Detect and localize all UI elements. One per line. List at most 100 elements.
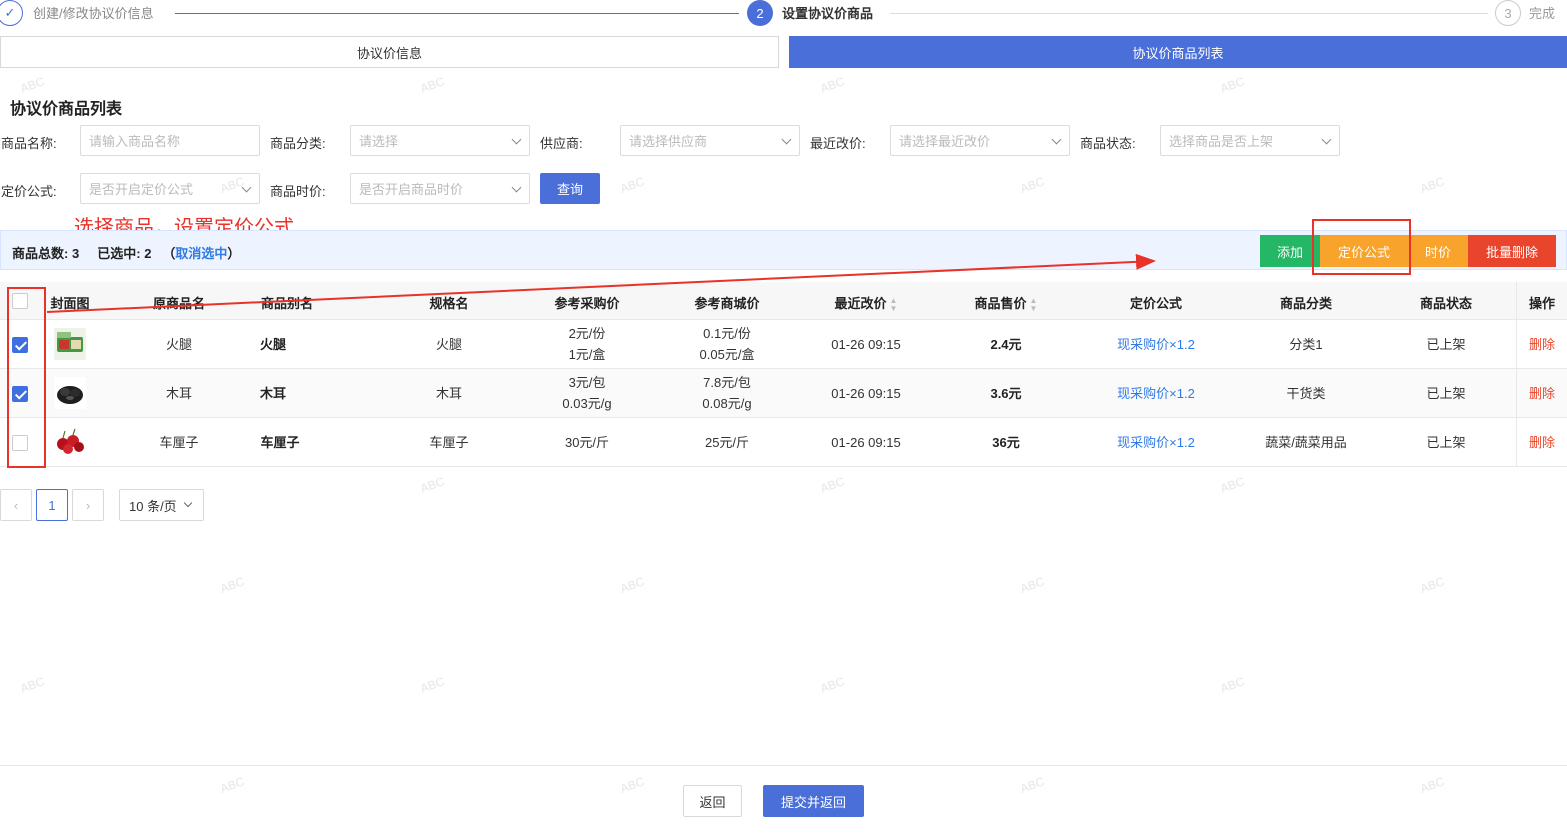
ref-mall-line: 7.8元/包	[703, 375, 751, 390]
watermark: ABC	[1218, 674, 1247, 696]
col-recent-header[interactable]: 最近改价 ▲ ▼	[835, 293, 898, 313]
status-cell: 已上架	[1426, 337, 1466, 352]
total-count: 3	[71, 246, 80, 261]
filter-status-label: 商品状态:	[1080, 136, 1136, 151]
paren-open: （	[162, 246, 176, 261]
chevron-down-icon	[1051, 134, 1062, 145]
watermark: ABC	[1218, 74, 1247, 96]
pricing-formula-button[interactable]: 定价公式	[1320, 235, 1408, 267]
ref-mall-line: 0.05元/盒	[699, 347, 755, 362]
page-1-button[interactable]: 1	[36, 489, 68, 521]
ref-mall-cell: 7.8元/包 0.08元/g	[702, 372, 751, 414]
chevron-down-icon	[781, 134, 792, 145]
step-divider	[175, 13, 739, 14]
steps-bar: ✓ 创建/修改协议价信息 2 设置协议价商品 3 完成	[0, 0, 1567, 28]
category-select[interactable]: 请选择	[350, 125, 530, 156]
cancel-selection-link[interactable]: 取消选中	[175, 246, 227, 261]
timeprice-select[interactable]: 是否开启商品时价	[350, 173, 530, 204]
delete-link[interactable]: 删除	[1529, 334, 1555, 355]
col-ref-purchase: 参考采购价	[554, 296, 620, 311]
formula-link[interactable]: 现采购价×1.2	[1117, 432, 1195, 453]
orig-name-cell: 车厘子	[159, 435, 199, 450]
status-cell: 已上架	[1426, 386, 1466, 401]
orig-name-cell: 木耳	[165, 386, 193, 401]
ref-mall-line: 0.1元/份	[703, 326, 751, 341]
formula-select[interactable]: 是否开启定价公式	[80, 173, 260, 204]
selected-count: 2	[144, 246, 152, 261]
recent-price-select[interactable]: 请选择最近改价	[890, 125, 1070, 156]
watermark: ABC	[1418, 174, 1447, 196]
formula-link[interactable]: 现采购价×1.2	[1117, 383, 1195, 404]
watermark: ABC	[418, 674, 447, 696]
col-price-header[interactable]: 商品售价 ▲ ▼	[975, 293, 1038, 313]
filter-category-label: 商品分类:	[270, 136, 326, 151]
delete-link[interactable]: 删除	[1529, 432, 1555, 453]
step-1-check-icon: ✓	[0, 0, 23, 26]
product-name-input[interactable]: 请输入商品名称	[80, 125, 260, 156]
recent-cell: 01-26 09:15	[831, 386, 901, 401]
status-select[interactable]: 选择商品是否上架	[1160, 125, 1340, 156]
ref-purchase-line: 0.03元/g	[562, 396, 612, 411]
supplier-placeholder: 请选择供应商	[629, 134, 708, 149]
filter-supplier-label: 供应商:	[540, 136, 583, 151]
watermark: ABC	[1018, 174, 1047, 196]
chevron-down-icon	[241, 182, 252, 193]
row-checkbox[interactable]	[12, 337, 28, 353]
watermark: ABC	[218, 574, 247, 596]
alias-cell: 车厘子	[260, 435, 300, 450]
ref-purchase-cell: 30元/斤	[564, 435, 610, 450]
timeprice-placeholder: 是否开启商品时价	[359, 182, 464, 197]
product-thumbnail	[54, 328, 86, 360]
status-placeholder: 选择商品是否上架	[1169, 134, 1274, 149]
chevron-down-icon	[511, 182, 522, 193]
sort-icon[interactable]: ▲ ▼	[1030, 296, 1038, 313]
next-page-button[interactable]: ›	[72, 489, 104, 521]
submit-and-return-button[interactable]: 提交并返回	[763, 785, 864, 817]
add-button[interactable]: 添加	[1260, 235, 1320, 267]
time-price-button[interactable]: 时价	[1408, 235, 1468, 267]
formula-link[interactable]: 现采购价×1.2	[1117, 334, 1195, 355]
selected-label: 已选中:	[97, 246, 141, 261]
page-size-select[interactable]: 10 条/页	[119, 489, 204, 521]
delete-link[interactable]: 删除	[1529, 383, 1555, 404]
status-cell: 已上架	[1426, 435, 1466, 450]
total-label: 商品总数:	[12, 246, 69, 261]
alias-cell: 木耳	[259, 386, 287, 401]
row-checkbox[interactable]	[12, 435, 28, 451]
col-category: 商品分类	[1279, 296, 1333, 311]
recent-price-placeholder: 请选择最近改价	[899, 134, 991, 149]
watermark: ABC	[18, 674, 47, 696]
chevron-down-icon	[511, 134, 522, 145]
table-row: 火腿 火腿 火腿 2元/份 1元/盒 0.1元/份 0.05元/盒 01-26 09…	[0, 320, 1567, 369]
step-2-number: 2	[747, 0, 773, 26]
step-3-number: 3	[1495, 0, 1521, 26]
price-cell: 36元	[992, 435, 1020, 450]
batch-delete-button[interactable]: 批量删除	[1468, 235, 1556, 267]
supplier-select[interactable]: 请选择供应商	[620, 125, 800, 156]
page-size-label: 10 条/页	[129, 498, 177, 514]
price-cell: 3.6元	[990, 386, 1022, 401]
watermark: ABC	[1418, 774, 1447, 796]
row-checkbox[interactable]	[12, 386, 28, 402]
watermark: ABC	[418, 474, 447, 496]
recent-cell: 01-26 09:15	[831, 337, 901, 352]
recent-cell: 01-26 09:15	[831, 435, 901, 450]
tab-agreement-info[interactable]: 协议价信息	[0, 36, 779, 68]
col-price: 商品售价	[974, 296, 1027, 311]
product-thumbnail	[54, 426, 86, 458]
col-spec: 规格名	[429, 296, 469, 311]
ref-mall-line: 0.08元/g	[702, 396, 752, 411]
watermark: ABC	[1018, 574, 1047, 596]
watermark: ABC	[218, 774, 247, 796]
fixed-column-divider	[1516, 282, 1517, 467]
query-button[interactable]: 查询	[540, 173, 600, 204]
watermark: ABC	[1218, 474, 1247, 496]
paren-close: ）	[227, 246, 241, 261]
chevron-down-icon	[1321, 134, 1332, 145]
selection-summary: 商品总数: 3 已选中: 2 （取消选中）	[12, 243, 240, 262]
select-all-checkbox[interactable]	[12, 293, 28, 309]
sort-icon[interactable]: ▲ ▼	[890, 296, 898, 313]
tab-agreement-product-list[interactable]: 协议价商品列表	[789, 36, 1567, 68]
back-button[interactable]: 返回	[683, 785, 742, 817]
prev-page-button[interactable]: ‹	[0, 489, 32, 521]
